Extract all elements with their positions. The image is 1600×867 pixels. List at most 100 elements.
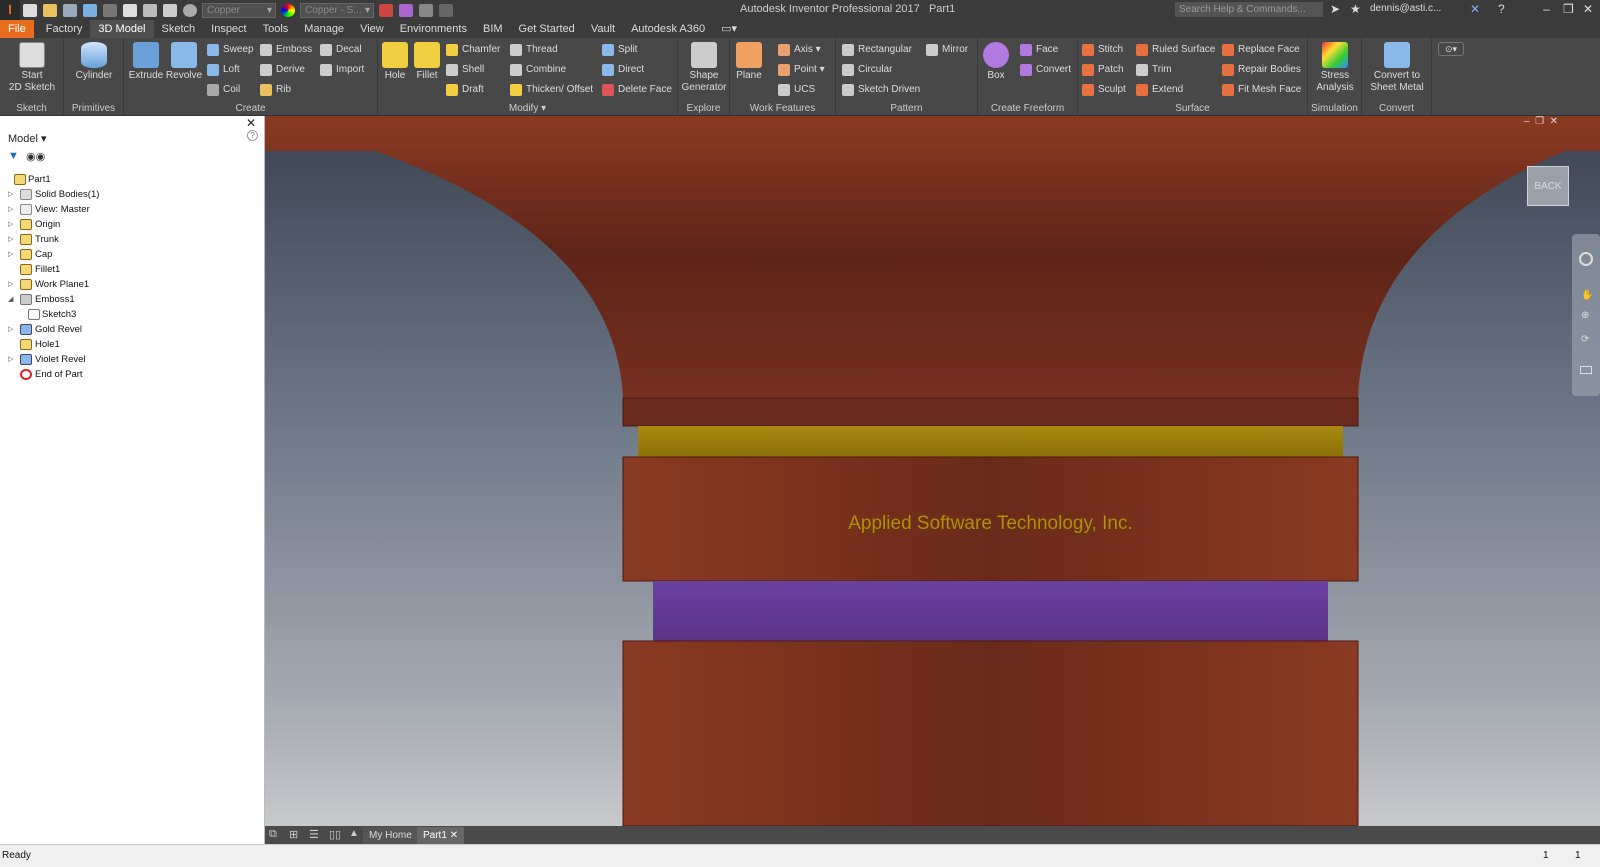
- zoom-icon[interactable]: ⊕: [1581, 310, 1589, 321]
- save-icon[interactable]: [63, 3, 77, 17]
- trim-button[interactable]: Trim: [1136, 62, 1172, 78]
- fit-mesh-face-button[interactable]: Fit Mesh Face: [1222, 82, 1301, 98]
- minimize-icon[interactable]: –: [1543, 2, 1550, 16]
- fillet-button[interactable]: Fillet: [410, 42, 444, 82]
- tab-tools[interactable]: Tools: [255, 20, 297, 38]
- close-icon[interactable]: ✕: [1583, 2, 1593, 16]
- tree-item-origin[interactable]: ▷ Origin: [0, 217, 265, 232]
- tab-environments[interactable]: Environments: [392, 20, 475, 38]
- redo-icon[interactable]: [103, 3, 117, 17]
- point-button[interactable]: Point ▾: [778, 62, 825, 78]
- panel-title-modify[interactable]: Modify ▾: [378, 103, 677, 114]
- tree-item-work-plane1[interactable]: ▷ Work Plane1: [0, 277, 265, 292]
- tile-horizontal-icon[interactable]: ☰: [309, 828, 319, 841]
- ucs-button[interactable]: UCS: [778, 82, 815, 98]
- emboss-text[interactable]: Applied Software Technology, Inc.: [623, 513, 1358, 535]
- shape-generator-button[interactable]: Shape Generator: [680, 42, 728, 94]
- tab-my-home[interactable]: My Home: [363, 827, 418, 844]
- cap-lip[interactable]: [622, 397, 1359, 427]
- expand-icon[interactable]: ▷: [8, 352, 13, 367]
- tab-bim[interactable]: BIM: [475, 20, 511, 38]
- plane-button[interactable]: Plane: [732, 42, 766, 82]
- new-icon[interactable]: [23, 3, 37, 17]
- browser-header[interactable]: Model ▾: [8, 132, 47, 145]
- customize-qat-icon[interactable]: [439, 3, 453, 17]
- stitch-button[interactable]: Stitch: [1082, 42, 1123, 58]
- tree-item-hole1[interactable]: Hole1: [0, 337, 265, 352]
- filter-icon[interactable]: ▼: [8, 150, 19, 162]
- extend-button[interactable]: Extend: [1136, 82, 1183, 98]
- decal-button[interactable]: Decal: [320, 42, 362, 58]
- coil-button[interactable]: Coil: [207, 82, 240, 98]
- delete-face-button[interactable]: Delete Face: [602, 82, 672, 98]
- sculpt-button[interactable]: Sculpt: [1082, 82, 1126, 98]
- clear-appearance-icon[interactable]: [379, 3, 393, 17]
- help-icon[interactable]: ?: [1498, 2, 1505, 16]
- tab-vault[interactable]: Vault: [583, 20, 623, 38]
- rib-button[interactable]: Rib: [260, 82, 291, 98]
- browser-close-icon[interactable]: ✕: [246, 116, 256, 130]
- repair-bodies-button[interactable]: Repair Bodies: [1222, 62, 1301, 78]
- expand-icon[interactable]: ▷: [8, 247, 13, 262]
- material-dropdown[interactable]: Copper: [202, 2, 276, 18]
- expand-icon[interactable]: ▷: [8, 187, 13, 202]
- tile-icon[interactable]: ⊞: [289, 828, 298, 841]
- import-button[interactable]: Import: [320, 62, 364, 78]
- extrude-button[interactable]: Extrude: [128, 42, 164, 82]
- panel-toggle-icon[interactable]: ▭▾: [713, 20, 745, 38]
- viewport-window-controls[interactable]: – ❐ ✕: [1524, 116, 1558, 127]
- convert-to-sheet-metal-button[interactable]: Convert to Sheet Metal: [1364, 42, 1430, 94]
- expand-icon[interactable]: ▷: [8, 232, 13, 247]
- tree-item-end-of-part[interactable]: End of Part: [0, 367, 265, 382]
- collapse-icon[interactable]: ◢: [8, 292, 13, 307]
- expand-icon[interactable]: ▷: [8, 277, 13, 292]
- close-tab-icon[interactable]: ✕: [450, 830, 458, 841]
- tab-manage[interactable]: Manage: [296, 20, 352, 38]
- split-button[interactable]: Split: [602, 42, 637, 58]
- axis-button[interactable]: Axis ▾: [778, 42, 821, 58]
- ruled-surface-button[interactable]: Ruled Surface: [1136, 42, 1215, 58]
- derive-button[interactable]: Derive: [260, 62, 305, 78]
- adjust-icon[interactable]: [399, 3, 413, 17]
- tree-item-cap[interactable]: ▷ Cap: [0, 247, 265, 262]
- tree-item-fillet1[interactable]: Fillet1: [0, 262, 265, 277]
- shell-button[interactable]: Shell: [446, 62, 484, 78]
- tab-inspect[interactable]: Inspect: [203, 20, 254, 38]
- loft-button[interactable]: Loft: [207, 62, 240, 78]
- tab-part1[interactable]: Part1 ✕: [417, 827, 465, 844]
- gold-revel-band[interactable]: [638, 426, 1343, 457]
- thicken-offset-button[interactable]: Thicken/ Offset: [510, 82, 593, 98]
- rectangular-pattern-button[interactable]: Rectangular: [842, 42, 912, 58]
- expand-icon[interactable]: ▷: [8, 322, 13, 337]
- user-account[interactable]: dennis@asti.c...: [1370, 3, 1441, 14]
- appearance-dropdown[interactable]: Copper - S...: [300, 2, 374, 18]
- start-2d-sketch-button[interactable]: Start 2D Sketch: [8, 42, 56, 94]
- convert-freeform-button[interactable]: Convert: [1020, 62, 1071, 78]
- tree-item-solid-bodies[interactable]: ▷ Solid Bodies(1): [0, 187, 265, 202]
- tree-item-emboss1[interactable]: ◢ Emboss1: [0, 292, 265, 307]
- browser-help-icon[interactable]: ?: [247, 130, 258, 141]
- undo-icon[interactable]: [83, 3, 97, 17]
- open-icon[interactable]: [43, 3, 57, 17]
- face-button[interactable]: Face: [1020, 42, 1058, 58]
- tree-item-gold-revel[interactable]: ▷ Gold Revel: [0, 322, 265, 337]
- sweep-button[interactable]: Sweep: [207, 42, 254, 58]
- viewcube[interactable]: BACK: [1527, 166, 1569, 206]
- fx-icon[interactable]: [419, 3, 433, 17]
- chamfer-button[interactable]: Chamfer: [446, 42, 500, 58]
- tab-file[interactable]: File: [0, 20, 34, 38]
- violet-revel-band[interactable]: [653, 581, 1328, 641]
- material-globe-icon[interactable]: [183, 3, 197, 17]
- pan-hand-icon[interactable]: ✋: [1581, 290, 1593, 301]
- favorites-star-icon[interactable]: ★: [1350, 2, 1361, 16]
- tab-sketch[interactable]: Sketch: [154, 20, 204, 38]
- tab-factory[interactable]: Factory: [38, 20, 91, 38]
- tree-item-trunk[interactable]: ▷ Trunk: [0, 232, 265, 247]
- home-icon[interactable]: [123, 3, 137, 17]
- app-logo[interactable]: I: [0, 0, 20, 20]
- graphics-viewport[interactable]: Applied Software Technology, Inc. – ❐ ✕ …: [265, 116, 1600, 826]
- restore-icon[interactable]: ❐: [1563, 2, 1574, 16]
- tile-vertical-icon[interactable]: ▯▯: [329, 828, 341, 841]
- expand-icon[interactable]: ▷: [8, 202, 13, 217]
- update-icon[interactable]: [163, 3, 177, 17]
